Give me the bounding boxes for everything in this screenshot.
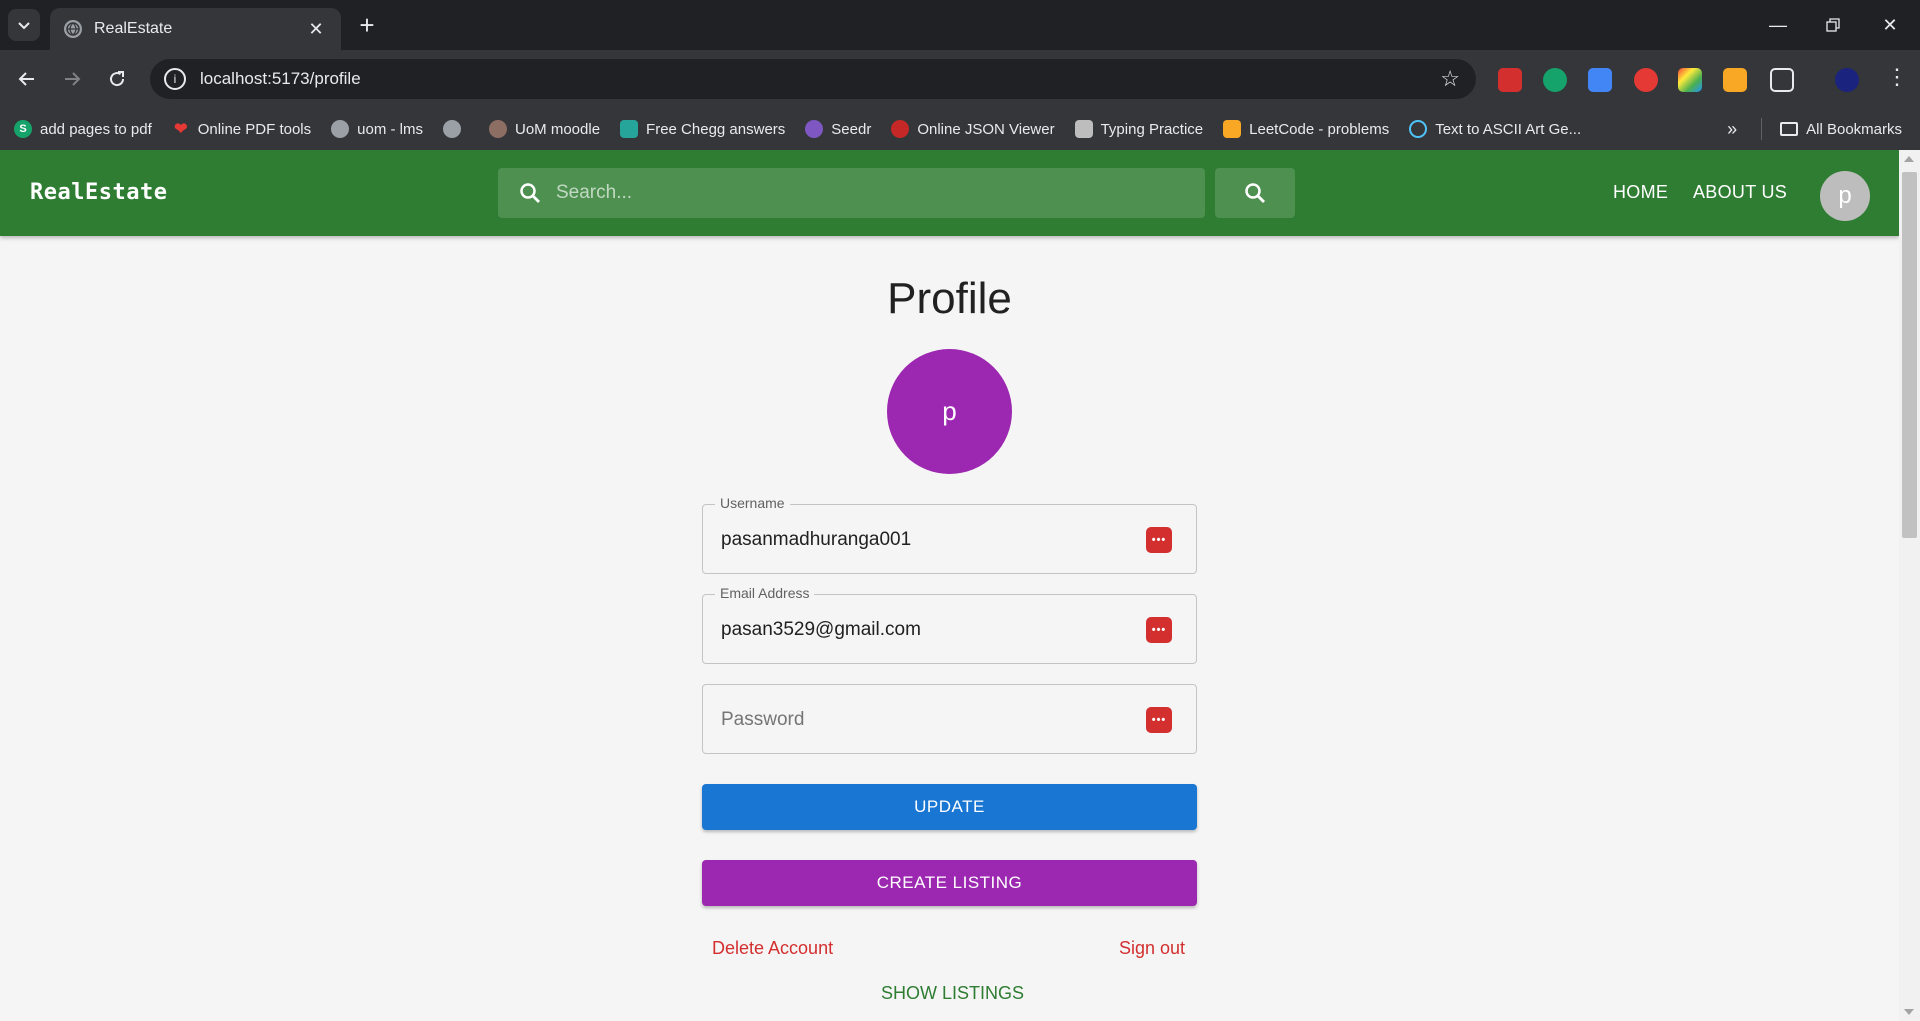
google-translate-extension-icon[interactable] [1588,68,1612,92]
back-arrow-icon[interactable] [11,63,43,95]
bookmark-item[interactable]: Typing Practice [1074,120,1203,138]
globe-icon [64,20,82,38]
react-icon [1409,120,1428,138]
app-header: RealEstate Search... HOME ABOUT US p [0,150,1899,236]
show-listings-button[interactable]: SHOW LISTINGS [881,983,1024,1004]
update-button[interactable]: UPDATE [702,784,1197,830]
chevron-down-icon [18,22,30,30]
moodle-icon [489,120,507,138]
email-label: Email Address [715,585,815,601]
search-icon [1245,183,1265,203]
more-menu-icon[interactable]: ⋮ [1886,64,1908,90]
password-manager-extension-icon[interactable] [1498,68,1522,92]
password-field[interactable]: Password ••• [702,684,1197,754]
username-field[interactable]: Username pasanmadhuranga001 ••• [702,495,1197,574]
more-bookmarks-chevron-icon[interactable]: » [1727,119,1737,140]
s-logo-icon: S [14,120,32,138]
url-text[interactable]: localhost:5173/profile [200,69,1440,89]
bookmark-item[interactable]: Free Chegg answers [620,120,785,138]
forward-arrow-icon[interactable] [56,63,88,95]
password-manager-icon[interactable]: ••• [1146,707,1172,733]
page-scrollbar[interactable] [1899,150,1920,1021]
restore-icon[interactable] [1811,10,1855,40]
password-manager-icon[interactable]: ••• [1146,527,1172,553]
bookmark-item[interactable]: UoM moodle [489,120,600,138]
bookmark-item[interactable]: ❤ Online PDF tools [172,120,311,139]
profile-avatar-icon[interactable] [1835,68,1859,92]
bookmark-item[interactable]: Seedr [805,120,871,138]
adblock-extension-icon[interactable] [1634,68,1658,92]
globe-icon [331,120,350,138]
nav-home[interactable]: HOME [1613,182,1668,203]
folder-icon [1780,122,1799,136]
bookmark-item[interactable]: LeetCode - problems [1223,120,1389,138]
address-bar[interactable]: i localhost:5173/profile ☆ [150,59,1476,99]
search-placeholder: Search... [556,182,633,203]
nav-about-us[interactable]: ABOUT US [1693,182,1787,203]
brand-logo[interactable]: RealEstate [30,180,167,205]
tab-title: RealEstate [94,20,173,37]
bookmark-item[interactable]: Sadd pages to pdf [14,120,152,138]
page-viewport: RealEstate Search... HOME ABOUT US p Pro… [0,150,1899,1021]
browser-toolbar: i localhost:5173/profile ☆ ⋮ [0,50,1920,108]
bookmark-star-icon[interactable]: ☆ [1440,66,1460,92]
search-input[interactable]: Search... [498,168,1205,218]
sign-out-link[interactable]: Sign out [1119,938,1185,959]
json-icon [891,120,910,138]
site-info-icon[interactable]: i [164,68,186,90]
bookmark-item[interactable]: Online JSON Viewer [891,120,1055,138]
browser-tab[interactable]: RealEstate ✕ [50,8,341,50]
bookmarks-bar: Sadd pages to pdf ❤ Online PDF tools uom … [0,108,1920,150]
minimize-icon[interactable]: — [1756,10,1800,40]
email-field[interactable]: Email Address pasan3529@gmail.com ••• [702,585,1197,664]
search-icon [520,183,540,203]
leetcode-icon [1223,120,1242,138]
seed-icon [805,120,824,138]
close-tab-icon[interactable]: ✕ [305,19,327,40]
tab-search-button[interactable] [8,9,40,41]
password-placeholder: Password [721,709,805,730]
profile-avatar[interactable]: p [887,349,1012,474]
new-tab-button[interactable]: + [352,10,382,40]
scrollbar-thumb[interactable] [1902,172,1917,538]
bookmark-item[interactable] [443,120,469,138]
bookmarks-right: » All Bookmarks [1727,108,1902,150]
nv-extension-icon[interactable] [1723,68,1747,92]
heart-icon: ❤ [174,121,188,138]
color-picker-extension-icon[interactable] [1678,68,1702,92]
close-window-icon[interactable]: ✕ [1868,10,1912,40]
scroll-up-icon[interactable] [1904,156,1914,162]
extensions-puzzle-icon[interactable] [1770,68,1794,92]
username-value[interactable]: pasanmadhuranga001 [721,529,911,551]
divider [1761,118,1763,140]
bookmark-item[interactable]: uom - lms [331,120,423,138]
scroll-down-icon[interactable] [1904,1009,1914,1015]
create-listing-button[interactable]: CREATE LISTING [702,860,1197,906]
books-icon [620,120,639,138]
browser-tab-bar: RealEstate ✕ + — ✕ [0,0,1920,50]
search-button[interactable] [1215,168,1295,218]
delete-account-link[interactable]: Delete Account [712,938,833,959]
grammarly-extension-icon[interactable] [1543,68,1567,92]
password-manager-icon[interactable]: ••• [1146,617,1172,643]
bookmark-item[interactable]: Text to ASCII Art Ge... [1409,120,1581,138]
user-avatar[interactable]: p [1820,171,1870,221]
username-label: Username [715,495,790,511]
globe-icon [443,120,461,138]
keyboard-icon [1074,120,1093,138]
all-bookmarks-link[interactable]: All Bookmarks [1806,121,1902,138]
email-value[interactable]: pasan3529@gmail.com [721,619,921,641]
reload-icon[interactable] [101,63,133,95]
page-title: Profile [887,274,1012,323]
